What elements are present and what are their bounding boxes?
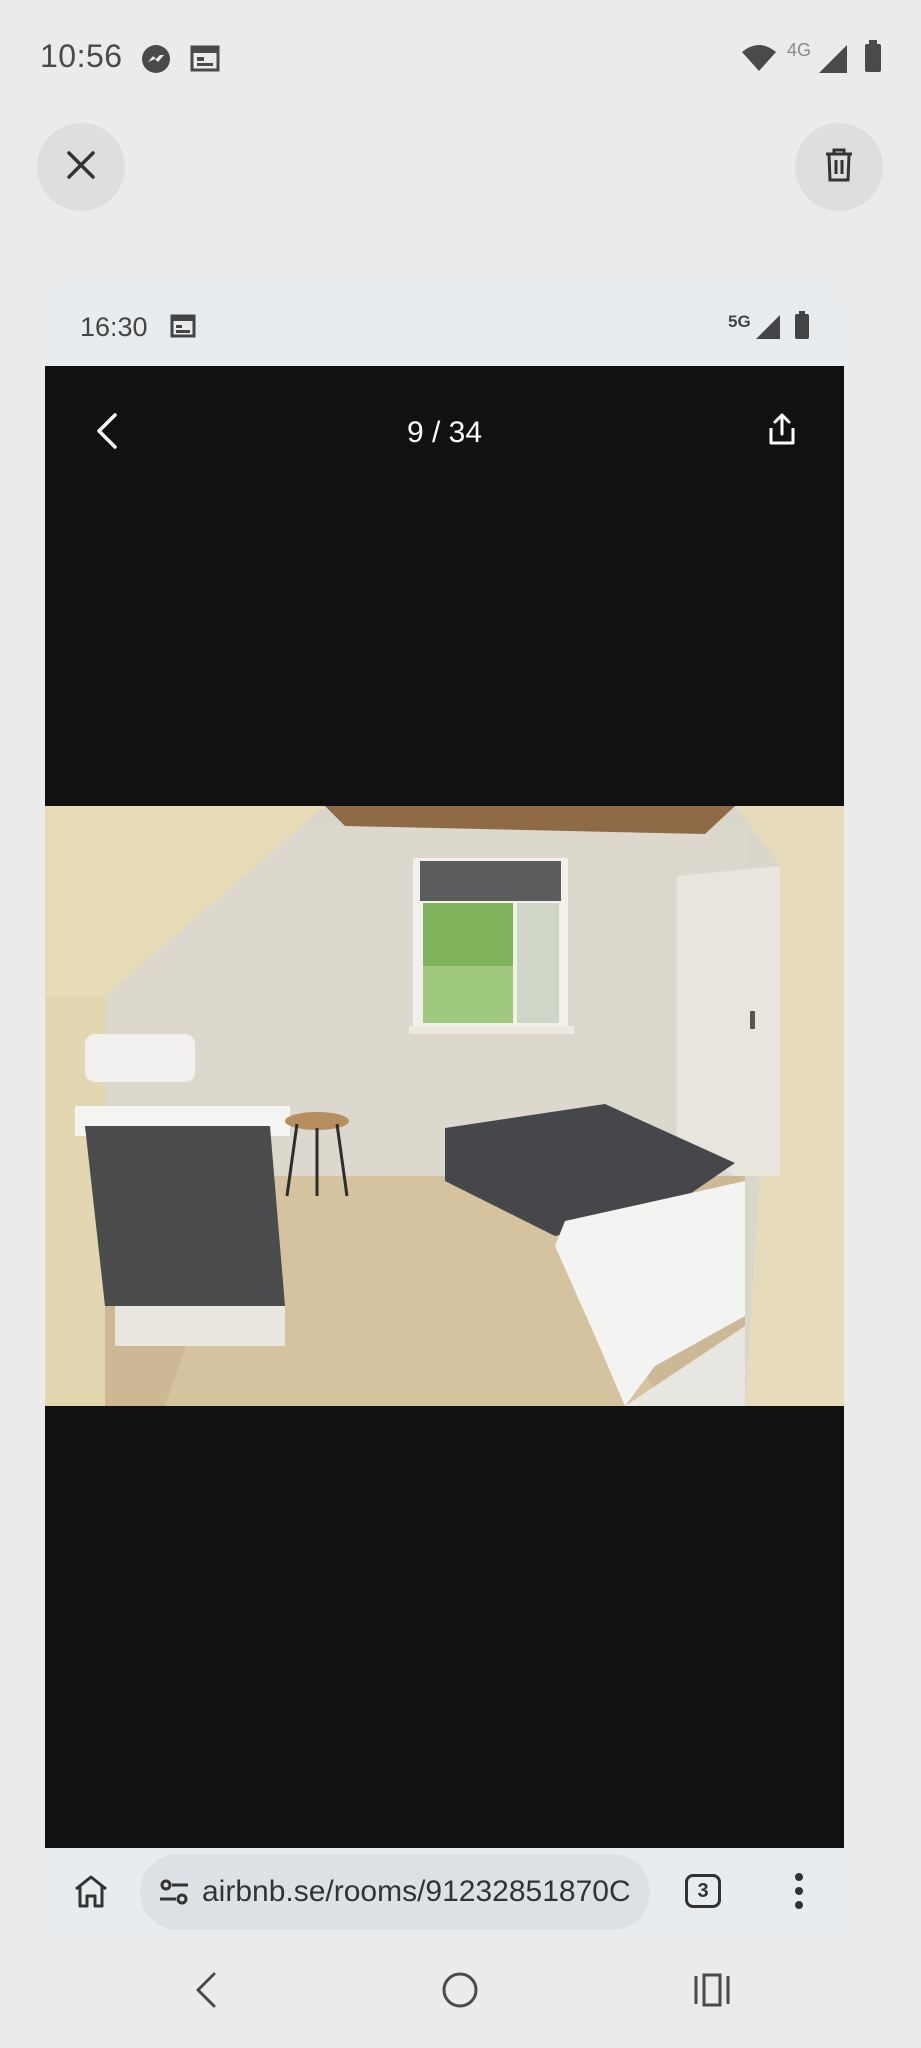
viewer-header: 9 / 34 bbox=[45, 366, 844, 506]
home-button[interactable] bbox=[73, 1874, 109, 1913]
inner-calendar-icon bbox=[170, 314, 196, 343]
nav-recents-button[interactable] bbox=[692, 1972, 732, 2013]
wifi-icon bbox=[741, 44, 777, 77]
inner-status-bar: 16:30 5G bbox=[45, 276, 844, 366]
close-icon bbox=[66, 150, 96, 185]
network-type: 4G bbox=[787, 40, 812, 60]
inner-status-time: 16:30 bbox=[80, 312, 148, 342]
signal-icon bbox=[818, 44, 848, 79]
url-bar[interactable]: airbnb.se/rooms/91232851870C bbox=[140, 1854, 650, 1930]
tab-switcher-button[interactable]: 3 bbox=[685, 1874, 721, 1908]
share-button[interactable] bbox=[767, 412, 797, 451]
system-nav-bar bbox=[0, 1950, 921, 2048]
inner-signal-icon bbox=[755, 314, 781, 345]
browser-toolbar: airbnb.se/rooms/91232851870C 3 bbox=[45, 1848, 844, 1936]
photo-viewer: 9 / 34 bbox=[45, 366, 844, 1848]
room-photo[interactable] bbox=[45, 806, 844, 1406]
inner-battery-icon bbox=[795, 311, 809, 344]
url-text: airbnb.se/rooms/91232851870C bbox=[202, 1875, 631, 1908]
home-icon bbox=[73, 1875, 109, 1912]
inner-network-type: 5G bbox=[728, 312, 751, 331]
nav-home-button[interactable] bbox=[440, 1970, 480, 2015]
photo-counter: 9 / 34 bbox=[406, 416, 483, 449]
screenshot-preview: 16:30 5G 9 / 34 airbnb.se/rooms/91232851… bbox=[45, 276, 844, 1936]
messenger-icon bbox=[141, 44, 171, 79]
battery-icon bbox=[864, 40, 882, 77]
status-bar: 10:56 4G bbox=[0, 0, 921, 116]
nav-back-button[interactable] bbox=[190, 1970, 220, 2015]
delete-button[interactable] bbox=[795, 123, 883, 211]
close-button[interactable] bbox=[37, 123, 125, 211]
status-time: 10:56 bbox=[40, 38, 123, 74]
tune-icon[interactable] bbox=[158, 1878, 190, 1911]
trash-icon bbox=[824, 148, 854, 187]
calendar-icon bbox=[190, 44, 220, 77]
share-icon bbox=[767, 413, 797, 450]
more-vert-icon[interactable] bbox=[794, 1872, 804, 1915]
